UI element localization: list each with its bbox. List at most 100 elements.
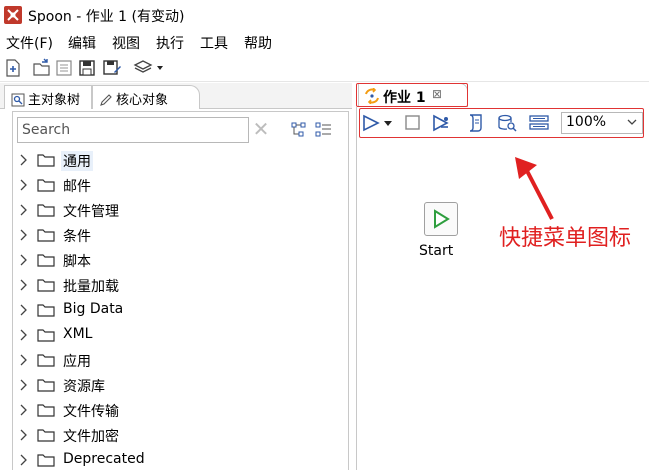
tree-item[interactable]: 应用	[13, 348, 348, 373]
chevron-right-icon[interactable]	[19, 278, 29, 292]
menu-help[interactable]: 帮助	[244, 33, 272, 53]
folder-icon	[37, 203, 55, 217]
stop-icon[interactable]	[403, 113, 423, 133]
tree-item[interactable]: 通用	[13, 148, 348, 173]
tree-item-label: 邮件	[63, 179, 91, 195]
annotation-text: 快捷菜单图标	[499, 226, 632, 251]
left-panel: 主对象树 核心对象 ✕ 通用邮件文件管理条件脚本批量加载 Big Data XML 应…	[0, 83, 352, 470]
folder-icon	[37, 253, 55, 267]
tree-item[interactable]: 文件加密	[13, 423, 348, 448]
tree-item[interactable]: Big Data	[13, 298, 348, 323]
tree-item[interactable]: 脚本	[13, 248, 348, 273]
job-canvas[interactable]: Start 快捷菜单图标	[357, 143, 649, 470]
pencil-icon	[99, 93, 113, 111]
folder-icon	[37, 178, 55, 192]
run-options-icon[interactable]	[431, 113, 451, 133]
tree-item-label: XML	[63, 326, 93, 342]
folder-icon	[37, 453, 55, 467]
search-field[interactable]	[17, 117, 249, 143]
folder-icon	[37, 403, 55, 417]
tree-item[interactable]: 资源库	[13, 373, 348, 398]
zoom-select[interactable]: 100%	[561, 112, 643, 134]
left-panel-tabs: 主对象树 核心对象	[0, 83, 352, 109]
folder-icon	[37, 378, 55, 392]
close-tab-icon[interactable]: ⊠	[432, 87, 442, 101]
start-node-label: Start	[419, 243, 454, 259]
folder-icon	[37, 303, 55, 317]
chevron-right-icon[interactable]	[19, 203, 29, 217]
start-node[interactable]	[424, 202, 458, 236]
chevron-right-icon[interactable]	[19, 328, 29, 342]
show-results-icon[interactable]	[528, 113, 552, 133]
tree-item[interactable]: Deprecated	[13, 448, 348, 473]
annotation-arrow	[507, 157, 567, 227]
menu-view[interactable]: 视图	[112, 33, 140, 53]
save-as-icon[interactable]	[102, 58, 122, 78]
explore-repository-icon[interactable]	[55, 58, 75, 78]
folder-icon	[37, 328, 55, 342]
menu-tools[interactable]: 工具	[200, 33, 228, 53]
tree-item[interactable]: 邮件	[13, 173, 348, 198]
open-file-icon[interactable]	[32, 58, 52, 78]
tab-design[interactable]: 核心对象	[92, 85, 200, 109]
save-icon[interactable]	[78, 58, 98, 78]
sql-database-icon[interactable]	[497, 113, 517, 133]
window-title: Spoon - 作业 1 (有变动)	[28, 9, 185, 25]
new-file-icon[interactable]	[4, 58, 24, 78]
main-toolbar	[0, 54, 649, 82]
tree-item[interactable]: 批量加载	[13, 273, 348, 298]
folder-icon	[37, 278, 55, 292]
tree-icon	[11, 93, 25, 111]
steps-tree: 通用邮件文件管理 条件脚本批量加载 Big Data XML 应用资源库文件传输文件加密…	[13, 148, 348, 473]
chevron-right-icon[interactable]	[19, 353, 29, 367]
tab-view-tree-label: 主对象树	[28, 93, 81, 108]
run-dropdown-icon[interactable]	[361, 113, 395, 133]
tree-item-label: 文件加密	[63, 429, 119, 445]
chevron-right-icon[interactable]	[19, 453, 29, 467]
tree-item-label: 应用	[63, 354, 91, 370]
tree-item[interactable]: 文件传输	[13, 398, 348, 423]
job-body: 100% Start 快捷菜单图标	[356, 107, 649, 470]
folder-icon	[37, 228, 55, 242]
chevron-right-icon[interactable]	[19, 153, 29, 167]
tree-item-label: 资源库	[63, 379, 105, 395]
chevron-right-icon[interactable]	[19, 403, 29, 417]
clear-search-icon[interactable]: ✕	[251, 118, 271, 140]
title-bar: Spoon - 作业 1 (有变动)	[0, 0, 649, 30]
tree-item-label: Big Data	[63, 301, 124, 317]
start-play-icon	[434, 209, 450, 229]
job-tab-label: 作业 1	[383, 90, 426, 106]
collapse-all-icon[interactable]	[315, 121, 333, 139]
folder-icon	[37, 353, 55, 367]
check-job-icon[interactable]	[466, 113, 486, 133]
menu-bar: 文件(F) 编辑 视图 执行 工具 帮助	[0, 30, 649, 54]
chevron-right-icon[interactable]	[19, 428, 29, 442]
tree-item[interactable]: XML	[13, 323, 348, 348]
chevron-right-icon[interactable]	[19, 378, 29, 392]
chevron-right-icon[interactable]	[19, 253, 29, 267]
tree-item-label: 脚本	[63, 254, 91, 270]
search-input[interactable]	[18, 118, 248, 142]
tree-item-label: 文件传输	[63, 404, 119, 420]
tree-item-label: 通用	[61, 151, 93, 171]
job-icon	[364, 87, 380, 105]
menu-edit[interactable]: 编辑	[68, 33, 96, 53]
expand-all-icon[interactable]	[291, 121, 309, 139]
menu-run[interactable]: 执行	[156, 33, 184, 53]
job-toolbar: 100%	[361, 110, 645, 136]
job-tab[interactable]: 作业 1 ⊠	[358, 83, 468, 107]
tree-item[interactable]: 文件管理	[13, 198, 348, 223]
chevron-right-icon[interactable]	[19, 228, 29, 242]
tree-item[interactable]: 条件	[13, 223, 348, 248]
zoom-value: 100%	[566, 114, 607, 130]
tab-view-tree[interactable]: 主对象树	[4, 85, 92, 109]
folder-icon	[37, 428, 55, 442]
steps-browser: ✕ 通用邮件文件管理条件脚本批量加载 Big Data XML 应用资源库文件传输文件…	[12, 111, 349, 470]
layers-dropdown-icon[interactable]	[133, 58, 165, 78]
tree-item-label: 批量加载	[63, 279, 119, 295]
tree-item-label: Deprecated	[63, 451, 145, 467]
chevron-right-icon[interactable]	[19, 178, 29, 192]
job-editor: 作业 1 ⊠ 100% Start 快捷菜单图标	[356, 83, 649, 470]
chevron-right-icon[interactable]	[19, 303, 29, 317]
menu-file[interactable]: 文件(F)	[6, 33, 53, 53]
